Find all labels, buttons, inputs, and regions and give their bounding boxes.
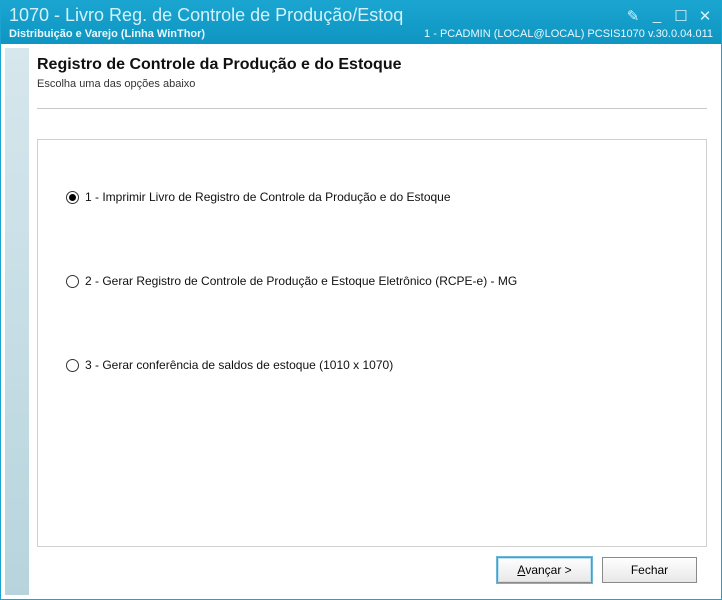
- page-subheading: Escolha uma das opções abaixo: [37, 78, 707, 90]
- content: Registro de Controle da Produção e do Es…: [37, 48, 717, 595]
- minimize-icon[interactable]: _: [649, 7, 665, 24]
- divider: [37, 108, 707, 109]
- edit-icon[interactable]: ✎: [625, 7, 641, 25]
- option-3-label: 3 - Gerar conferência de saldos de estoq…: [85, 358, 393, 372]
- sidebar-strip: [5, 48, 29, 595]
- close-button[interactable]: Fechar: [602, 557, 697, 583]
- page-heading: Registro de Controle da Produção e do Es…: [37, 56, 707, 74]
- subtitle-left: Distribuição e Varejo (Linha WinThor): [9, 28, 205, 40]
- app-window: 1070 - Livro Reg. de Controle de Produçã…: [0, 0, 722, 600]
- footer: Avançar > Fechar: [37, 547, 707, 595]
- maximize-icon[interactable]: ☐: [673, 7, 689, 25]
- titlebar: 1070 - Livro Reg. de Controle de Produçã…: [1, 1, 721, 44]
- window-controls: ✎ _ ☐ ✕: [625, 7, 713, 25]
- window-title: 1070 - Livro Reg. de Controle de Produçã…: [9, 5, 403, 26]
- options-panel: 1 - Imprimir Livro de Registro de Contro…: [37, 139, 707, 547]
- option-3[interactable]: 3 - Gerar conferência de saldos de estoq…: [66, 358, 678, 372]
- option-1-label: 1 - Imprimir Livro de Registro de Contro…: [85, 190, 451, 204]
- body-area: Registro de Controle da Produção e do Es…: [1, 44, 721, 599]
- radio-icon: [66, 359, 79, 372]
- option-2-label: 2 - Gerar Registro de Controle de Produç…: [85, 274, 517, 288]
- next-button[interactable]: Avançar >: [497, 557, 592, 583]
- close-icon[interactable]: ✕: [697, 7, 713, 25]
- radio-icon: [66, 191, 79, 204]
- radio-icon: [66, 275, 79, 288]
- option-1[interactable]: 1 - Imprimir Livro de Registro de Contro…: [66, 190, 678, 204]
- option-2[interactable]: 2 - Gerar Registro de Controle de Produç…: [66, 274, 678, 288]
- subtitle-right: 1 - PCADMIN (LOCAL@LOCAL) PCSIS1070 v.30…: [424, 28, 713, 40]
